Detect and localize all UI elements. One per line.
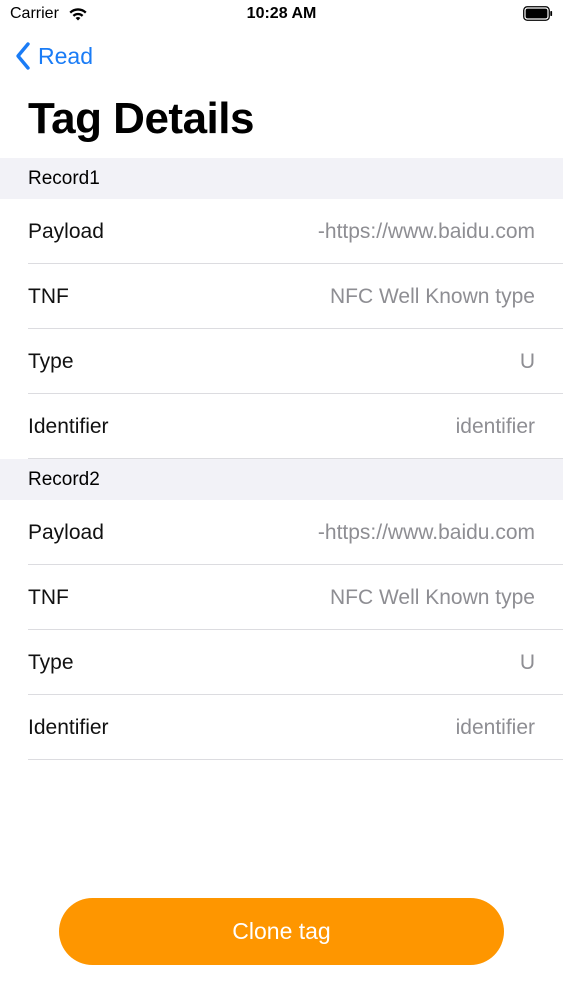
table-row[interactable]: TNF NFC Well Known type	[0, 565, 563, 630]
table-row[interactable]: Payload -https://www.baidu.com	[0, 199, 563, 264]
clone-tag-button[interactable]: Clone tag	[59, 898, 504, 965]
section-header-record1: Record1	[0, 158, 563, 199]
row-value: -https://www.baidu.com	[317, 520, 535, 544]
table-row[interactable]: Type U	[0, 630, 563, 695]
row-value: NFC Well Known type	[329, 585, 535, 609]
row-value: identifier	[455, 414, 535, 438]
table-row[interactable]: Identifier identifier	[0, 695, 563, 760]
page-title: Tag Details	[28, 94, 254, 143]
table-row[interactable]: Identifier identifier	[0, 394, 563, 459]
row-label: Type	[28, 349, 74, 373]
status-bar: Carrier 10:28 AM	[0, 0, 563, 30]
battery-icon	[523, 6, 553, 21]
row-label: Identifier	[28, 414, 109, 438]
row-value: U	[519, 650, 535, 674]
records-table: Record1 Payload -https://www.baidu.com T…	[0, 158, 563, 760]
row-label: Payload	[28, 520, 104, 544]
status-time: 10:28 AM	[246, 5, 317, 22]
row-value: identifier	[455, 715, 535, 739]
row-label: TNF	[28, 585, 69, 609]
table-row[interactable]: Type U	[0, 329, 563, 394]
table-row[interactable]: TNF NFC Well Known type	[0, 264, 563, 329]
row-value: NFC Well Known type	[329, 284, 535, 308]
chevron-left-icon	[16, 42, 30, 70]
table-row[interactable]: Payload -https://www.baidu.com	[0, 500, 563, 565]
back-button[interactable]: Read	[14, 41, 93, 71]
row-value: -https://www.baidu.com	[317, 219, 535, 243]
row-label: Identifier	[28, 715, 109, 739]
section-header-record2: Record2	[0, 459, 563, 500]
row-label: TNF	[28, 284, 69, 308]
row-label: Type	[28, 650, 74, 674]
row-label: Payload	[28, 219, 104, 243]
back-label: Read	[38, 42, 93, 69]
row-value: U	[519, 349, 535, 373]
